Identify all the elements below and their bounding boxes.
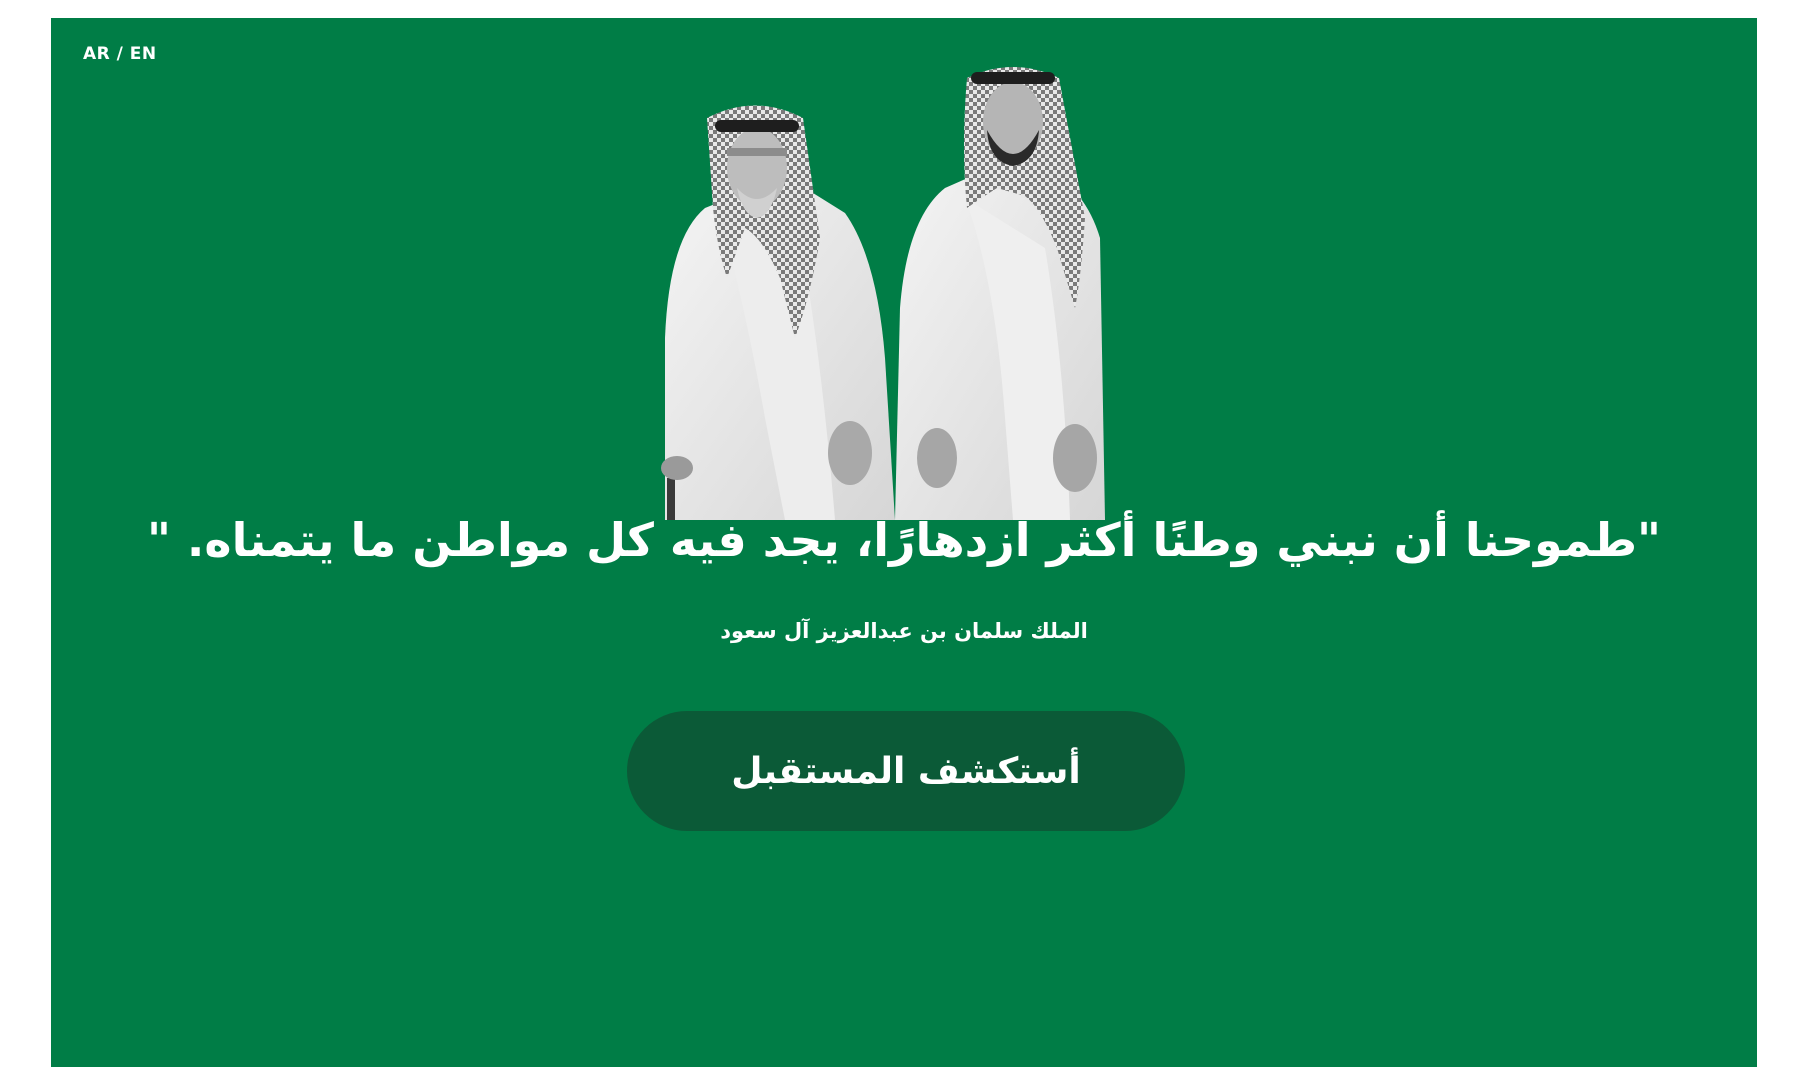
language-switch-link[interactable]: AR / EN: [83, 44, 157, 64]
explore-future-button[interactable]: أستكشف المستقبل: [627, 711, 1185, 831]
leaders-portrait-image: [645, 38, 1165, 520]
quote-attribution: الملك سلمان بن عبدالعزيز آل سعود: [720, 619, 1088, 643]
leadership-quote: "طموحنا أن نبني وطنًا أكثر ازدهارًا، يجد…: [146, 513, 1662, 567]
hero-section: AR / EN "طموحنا أن نبني وطنًا أكثر ازدها…: [51, 18, 1757, 1067]
